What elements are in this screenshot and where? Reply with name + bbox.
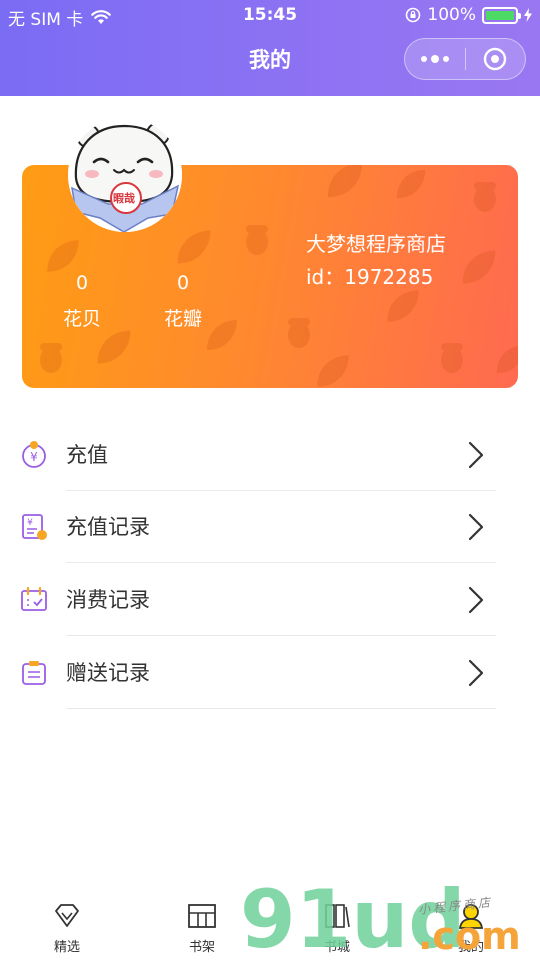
svg-text:¥: ¥ — [30, 450, 38, 464]
more-menu-button[interactable] — [405, 54, 465, 63]
menu-label: 充值 — [66, 443, 108, 467]
bear-avatar-icon — [68, 118, 182, 232]
recharge-record-icon: ¥ — [22, 514, 47, 540]
shop-name: 大梦想程序商店 — [306, 232, 446, 256]
tab-bookshelf[interactable]: 书架 — [162, 902, 242, 955]
more-dot-icon — [442, 55, 449, 62]
menu-label: 赠送记录 — [66, 661, 150, 685]
menu-label: 消费记录 — [66, 588, 150, 612]
stat-huabei[interactable]: 0 花贝 — [42, 272, 122, 331]
tab-label: 书架 — [188, 940, 215, 955]
leaf-decoration-icon — [327, 165, 363, 198]
more-dot-icon — [430, 54, 439, 63]
menu-divider — [66, 708, 496, 709]
diamond-icon — [55, 904, 79, 927]
leaf-decoration-icon — [47, 240, 79, 272]
more-dot-icon — [420, 55, 427, 62]
acorn-decoration-icon — [474, 182, 496, 212]
battery-icon — [482, 6, 521, 24]
avatar[interactable]: 暇哉 — [68, 118, 182, 232]
yuan-coin-icon: ¥ — [22, 441, 46, 468]
target-close-icon — [484, 47, 507, 71]
watermark-domain: .com — [418, 914, 521, 958]
menu-divider — [66, 635, 496, 636]
menu-item-consumption-record[interactable]: 消费记录 — [0, 564, 540, 636]
chevron-right-icon — [468, 513, 484, 541]
charging-icon — [524, 8, 532, 22]
leaf-decoration-icon — [387, 290, 419, 322]
leaf-decoration-icon — [97, 330, 131, 364]
stat-value: 0 — [75, 272, 89, 294]
avatar-badge-text: 暇哉 — [113, 192, 135, 205]
menu-item-gift-record[interactable]: 赠送记录 — [0, 637, 540, 709]
tab-featured[interactable]: 精选 — [27, 902, 107, 955]
rotation-lock-icon — [406, 7, 421, 23]
gift-record-icon — [22, 661, 46, 685]
chevron-right-icon — [468, 586, 484, 614]
menu-item-recharge-record[interactable]: ¥ 充值记录 — [0, 491, 540, 563]
stat-label: 花瓣 — [163, 308, 202, 330]
battery-percent: 100% — [427, 5, 476, 25]
mini-program-capsule — [404, 38, 526, 80]
leaf-decoration-icon — [462, 250, 496, 284]
acorn-decoration-icon — [40, 343, 62, 373]
chevron-right-icon — [468, 659, 484, 687]
exit-mini-program-button[interactable] — [465, 47, 525, 71]
chevron-right-icon — [468, 441, 484, 469]
top-bar: 无 SIM 卡 15:45 100% 我的 — [0, 0, 540, 96]
leaf-decoration-icon — [317, 355, 349, 387]
stat-label: 花贝 — [62, 308, 101, 330]
menu-item-recharge[interactable]: ¥ 充值 — [0, 419, 540, 491]
acorn-decoration-icon — [246, 225, 268, 255]
leaf-decoration-icon — [396, 169, 426, 199]
tab-label: 精选 — [53, 940, 80, 955]
acorn-decoration-icon — [441, 343, 463, 373]
calendar-check-icon — [21, 586, 47, 611]
user-id: id：1972285 — [306, 265, 434, 289]
menu-divider — [66, 562, 496, 563]
stat-value: 0 — [176, 272, 190, 294]
acorn-decoration-icon — [288, 318, 310, 348]
status-bar: 无 SIM 卡 15:45 100% — [0, 0, 540, 32]
menu-label: 充值记录 — [66, 515, 150, 539]
leaf-decoration-icon — [177, 230, 211, 264]
bookshelf-icon — [188, 904, 216, 928]
svg-text:¥: ¥ — [27, 518, 33, 528]
stat-huaban[interactable]: 0 花瓣 — [143, 272, 223, 331]
leaf-decoration-icon — [496, 345, 518, 374]
